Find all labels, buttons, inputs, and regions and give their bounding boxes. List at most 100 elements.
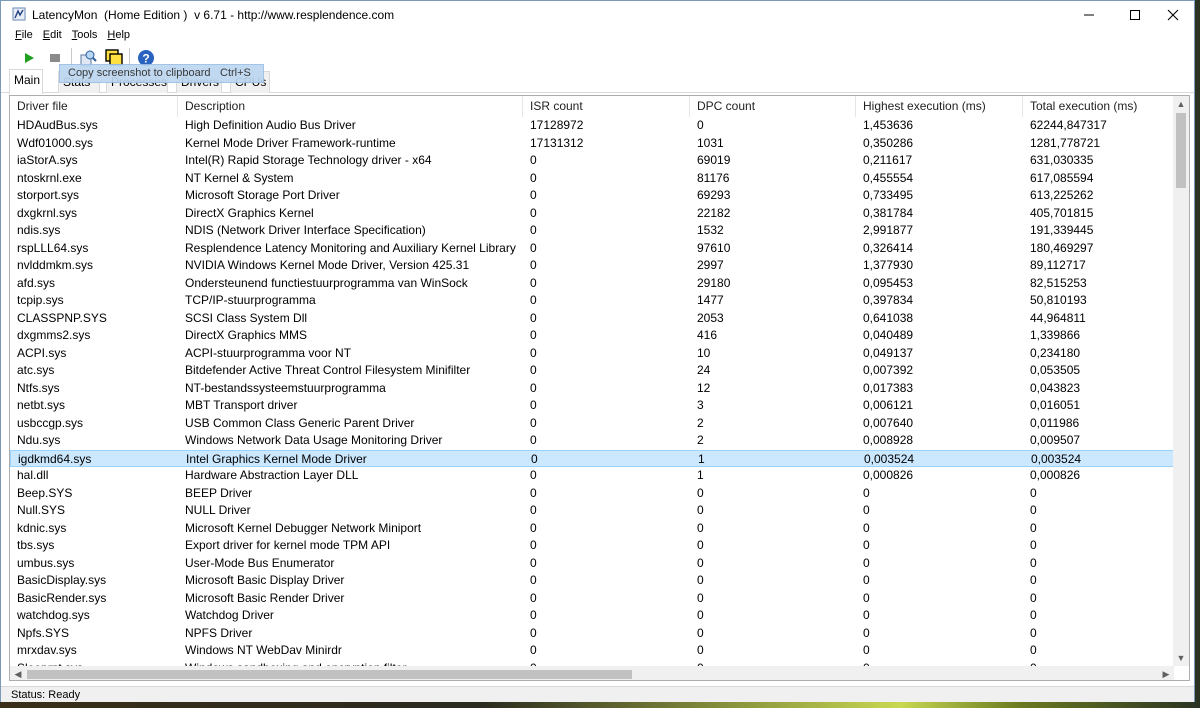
menu-edit[interactable]: Edit bbox=[43, 28, 62, 44]
cell-total-execution: 0 bbox=[1030, 503, 1037, 517]
table-row[interactable]: storport.sys Microsoft Storage Port Drive… bbox=[10, 187, 1174, 205]
cell-highest-execution: 0 bbox=[863, 625, 870, 640]
cell-isr-count: 0 bbox=[530, 240, 537, 255]
cell-isr-count: 17128972 bbox=[530, 118, 584, 132]
title-bar[interactable]: LatencyMon (Home Edition ) v 6.71 - http… bbox=[1, 1, 1194, 28]
table-row[interactable]: igdkmd64.sys Intel Graphics Kernel Mode D… bbox=[10, 449, 1174, 467]
cell-driver-file: BasicDisplay.sys bbox=[17, 573, 107, 587]
table-row[interactable]: CLASSPNP.SYS SCSI Class System Dll 0 2053 0,… bbox=[10, 310, 1174, 328]
menu-tools-label: ools bbox=[77, 29, 98, 41]
table-row[interactable]: watchdog.sys Watchdog Driver 0 0 0 0 bbox=[10, 607, 1174, 625]
minimize-button[interactable] bbox=[1066, 1, 1112, 28]
start-monitor-button[interactable] bbox=[18, 47, 40, 69]
cell-highest-execution: 0,007392 bbox=[863, 363, 914, 377]
vertical-scrollbar[interactable]: ▲ ▼ bbox=[1173, 96, 1189, 666]
cell-description: Bitdefender Active Threat Control Filesy… bbox=[185, 363, 471, 377]
cell-total-execution: 0 bbox=[1030, 555, 1037, 570]
table-row[interactable]: hal.dll Hardware Abstraction Layer DLL 0 1 0… bbox=[10, 467, 1174, 485]
cell-total-execution: 62244,847317 bbox=[1030, 118, 1107, 132]
cell-isr-count: 17131312 bbox=[530, 135, 584, 150]
cell-total-execution: 0,003524 bbox=[1031, 451, 1082, 466]
cell-highest-execution: 0,017383 bbox=[863, 380, 914, 395]
table-row[interactable]: Ntfs.sys NT-bestandssysteemstuurprogramma… bbox=[10, 380, 1174, 398]
table-row[interactable]: ndis.sys NDIS (Network Driver Interface S… bbox=[10, 222, 1174, 240]
cell-driver-file: HDAudBus.sys bbox=[17, 118, 98, 132]
table-row[interactable]: nvlddmkm.sys NVIDIA Windows Kernel Mode D… bbox=[10, 257, 1174, 275]
column-header-highest-execution[interactable]: Highest execution (ms) bbox=[856, 96, 1023, 117]
cell-isr-count: 0 bbox=[530, 328, 537, 342]
menu-bar: File Edit Tools Help bbox=[1, 28, 1194, 44]
table-row[interactable]: atc.sys Bitdefender Active Threat Control… bbox=[10, 362, 1174, 380]
cell-total-execution: 44,964811 bbox=[1030, 310, 1086, 325]
table-row[interactable]: ntoskrnl.exe NT Kernel & System 0 81176 0,45… bbox=[10, 170, 1174, 188]
scroll-up-arrow-icon[interactable]: ▲ bbox=[1173, 96, 1189, 112]
cell-dpc-count: 1031 bbox=[697, 135, 724, 150]
cell-isr-count: 0 bbox=[530, 590, 537, 605]
table-row[interactable]: iaStorA.sys Intel(R) Rapid Storage Techno… bbox=[10, 152, 1174, 170]
cell-description: User-Mode Bus Enumerator bbox=[185, 555, 335, 570]
table-row[interactable]: umbus.sys User-Mode Bus Enumerator 0 0 0 0 bbox=[10, 555, 1174, 573]
cell-highest-execution: 1,377930 bbox=[863, 258, 914, 272]
table-row[interactable]: netbt.sys MBT Transport driver 0 3 0,006121 0… bbox=[10, 397, 1174, 415]
table-row[interactable]: ACPI.sys ACPI-stuurprogramma voor NT 0 10 0,… bbox=[10, 345, 1174, 363]
drivers-list[interactable]: Driver file Description ISR count DPC co… bbox=[9, 95, 1190, 681]
horizontal-scroll-thumb[interactable] bbox=[27, 670, 632, 679]
cell-dpc-count: 81176 bbox=[697, 170, 730, 185]
cell-description: Resplendence Latency Monitoring and Auxi… bbox=[185, 240, 516, 255]
cell-highest-execution: 0,008928 bbox=[863, 433, 914, 447]
cell-isr-count: 0 bbox=[530, 538, 537, 552]
table-row[interactable]: usbccgp.sys USB Common Class Generic Pare… bbox=[10, 415, 1174, 433]
table-row[interactable]: dxgmms2.sys DirectX Graphics MMS 0 416 0,040… bbox=[10, 327, 1174, 345]
tab-main[interactable]: Main bbox=[9, 69, 43, 94]
table-row[interactable]: Ndu.sys Windows Network Data Usage Monito… bbox=[10, 432, 1174, 450]
cell-description: Export driver for kernel mode TPM API bbox=[185, 538, 391, 552]
table-row[interactable]: rspLLL64.sys Resplendence Latency Monitor… bbox=[10, 240, 1174, 258]
column-header-total-execution[interactable]: Total execution (ms) bbox=[1023, 96, 1174, 117]
table-row[interactable]: Npfs.SYS NPFS Driver 0 0 0 0 bbox=[10, 625, 1174, 643]
table-row[interactable]: Beep.SYS BEEP Driver 0 0 0 0 bbox=[10, 485, 1174, 503]
cell-dpc-count: 1 bbox=[698, 451, 705, 466]
scroll-left-arrow-icon[interactable]: ◀ bbox=[10, 666, 26, 680]
close-button[interactable] bbox=[1150, 1, 1196, 28]
menu-tools[interactable]: Tools bbox=[72, 28, 98, 44]
menu-file[interactable]: File bbox=[15, 28, 33, 44]
column-header-dpc-count[interactable]: DPC count bbox=[690, 96, 856, 117]
cell-isr-count: 0 bbox=[530, 433, 537, 447]
cell-dpc-count: 3 bbox=[697, 398, 704, 412]
table-row[interactable]: tbs.sys Export driver for kernel mode TPM… bbox=[10, 537, 1174, 555]
cell-highest-execution: 0,006121 bbox=[863, 398, 914, 412]
cell-isr-count: 0 bbox=[530, 293, 537, 307]
horizontal-scrollbar[interactable]: ◀ ▶ bbox=[10, 666, 1174, 680]
menu-help[interactable]: Help bbox=[107, 28, 130, 44]
column-header-description[interactable]: Description bbox=[178, 96, 523, 117]
table-row[interactable]: Wdf01000.sys Kernel Mode Driver Framework… bbox=[10, 135, 1174, 153]
vertical-scroll-thumb[interactable] bbox=[1176, 113, 1186, 188]
column-header-isr-count[interactable]: ISR count bbox=[523, 96, 690, 117]
scroll-down-arrow-icon[interactable]: ▼ bbox=[1173, 650, 1189, 666]
list-rows: HDAudBus.sys High Definition Audio Bus Dr… bbox=[10, 117, 1174, 666]
table-row[interactable]: HDAudBus.sys High Definition Audio Bus Dr… bbox=[10, 117, 1174, 135]
cell-driver-file: iaStorA.sys bbox=[17, 153, 78, 167]
menu-edit-label: dit bbox=[50, 29, 62, 41]
cell-driver-file: Ntfs.sys bbox=[17, 380, 60, 395]
cell-dpc-count: 2053 bbox=[697, 310, 724, 325]
cell-dpc-count: 10 bbox=[697, 345, 711, 360]
cell-isr-count: 0 bbox=[530, 258, 537, 272]
table-row[interactable]: kdnic.sys Microsoft Kernel Debugger Netwo… bbox=[10, 520, 1174, 538]
table-row[interactable]: mrxdav.sys Windows NT WebDav Minirdr 0 0 0 0 bbox=[10, 642, 1174, 660]
column-header-driver-file[interactable]: Driver file bbox=[10, 96, 178, 117]
table-row[interactable]: BasicDisplay.sys Microsoft Basic Display … bbox=[10, 572, 1174, 590]
cell-description: High Definition Audio Bus Driver bbox=[185, 118, 356, 132]
scroll-right-arrow-icon[interactable]: ▶ bbox=[1158, 666, 1174, 680]
status-bar: Status: Ready bbox=[1, 686, 1194, 702]
table-row[interactable]: afd.sys Ondersteunend functiestuurprogram… bbox=[10, 275, 1174, 293]
cell-description: BEEP Driver bbox=[185, 485, 253, 500]
cell-description: ACPI-stuurprogramma voor NT bbox=[185, 345, 352, 360]
cell-dpc-count: 69293 bbox=[697, 188, 731, 202]
table-row[interactable]: Null.SYS NULL Driver 0 0 0 0 bbox=[10, 502, 1174, 520]
copy-screenshot-menu-item[interactable]: Copy screenshot to clipboard Ctrl+S bbox=[59, 64, 264, 83]
table-row[interactable]: BasicRender.sys Microsoft Basic Render Dr… bbox=[10, 590, 1174, 608]
cell-description: Microsoft Basic Render Driver bbox=[185, 590, 345, 605]
table-row[interactable]: dxgkrnl.sys DirectX Graphics Kernel 0 22182… bbox=[10, 205, 1174, 223]
table-row[interactable]: tcpip.sys TCP/IP-stuurprogramma 0 1477 0,397… bbox=[10, 292, 1174, 310]
